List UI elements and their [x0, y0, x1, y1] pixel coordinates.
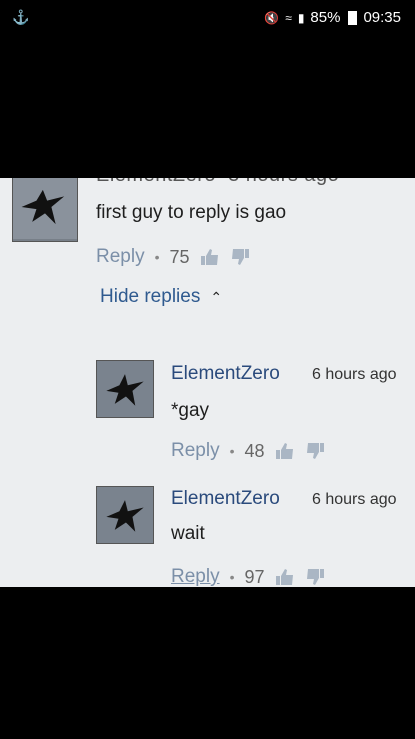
avatar[interactable] — [96, 360, 154, 418]
clock: 09:35 — [363, 9, 401, 26]
mute-icon: 🔇 — [264, 10, 280, 25]
status-icons: 🔇 ≈ ▮ 85% 09:35 — [264, 9, 401, 26]
thumbs-down-icon[interactable] — [230, 248, 250, 266]
reply-time: 6 hours ago — [312, 366, 397, 383]
parent-header-cutoff: ElementZero 3 hours ago — [96, 178, 339, 187]
thumbs-down-icon[interactable] — [305, 442, 325, 460]
parent-actions: Reply • 75 — [96, 246, 250, 268]
parent-comment-text: first guy to reply is gao — [96, 202, 287, 223]
thumbs-down-icon[interactable] — [305, 568, 325, 586]
chevron-up-icon: ⌃ — [210, 288, 223, 305]
avatar[interactable] — [96, 486, 154, 544]
reply-actions: Reply • 48 — [171, 440, 325, 462]
bird-logo-icon — [97, 487, 153, 543]
reply-text: *gay — [171, 400, 210, 421]
bird-logo-icon — [13, 178, 77, 239]
thumbs-up-icon[interactable] — [275, 442, 295, 460]
avatar[interactable] — [12, 178, 78, 242]
thumbs-up-icon[interactable] — [200, 248, 220, 266]
hide-replies-button[interactable]: Hide replies ⌃ — [100, 286, 222, 308]
reply-button[interactable]: Reply — [171, 566, 220, 587]
battery-icon — [348, 10, 358, 25]
reply-button[interactable]: Reply — [96, 246, 145, 268]
hide-replies-label: Hide replies — [100, 286, 201, 307]
parent-time: 3 hours ago — [228, 178, 339, 186]
wifi-icon: ≈ — [285, 10, 292, 25]
separator-dot: • — [229, 569, 235, 585]
reply-text: wait — [171, 523, 205, 544]
reply-actions: Reply • 97 — [171, 566, 325, 587]
battery-percent: 85% — [310, 9, 341, 26]
bird-logo-icon — [97, 361, 153, 417]
status-bar: ⚓ 🔇 ≈ ▮ 85% 09:35 — [0, 0, 415, 36]
parent-author[interactable]: ElementZero — [96, 178, 216, 186]
separator-dot: • — [154, 249, 160, 265]
like-count: 75 — [169, 246, 190, 267]
reply-button[interactable]: Reply — [171, 440, 220, 462]
reply-author[interactable]: ElementZero — [171, 363, 280, 385]
reply-author[interactable]: ElementZero — [171, 488, 280, 510]
separator-dot: • — [229, 443, 235, 459]
signal-icon: ▮ — [297, 10, 305, 25]
usb-icon: ⚓ — [12, 9, 30, 25]
thumbs-up-icon[interactable] — [275, 568, 295, 586]
like-count: 48 — [244, 440, 265, 461]
reply-time: 6 hours ago — [312, 491, 397, 508]
like-count: 97 — [244, 566, 265, 587]
comment-thread: ElementZero 3 hours ago first guy to rep… — [0, 178, 415, 587]
